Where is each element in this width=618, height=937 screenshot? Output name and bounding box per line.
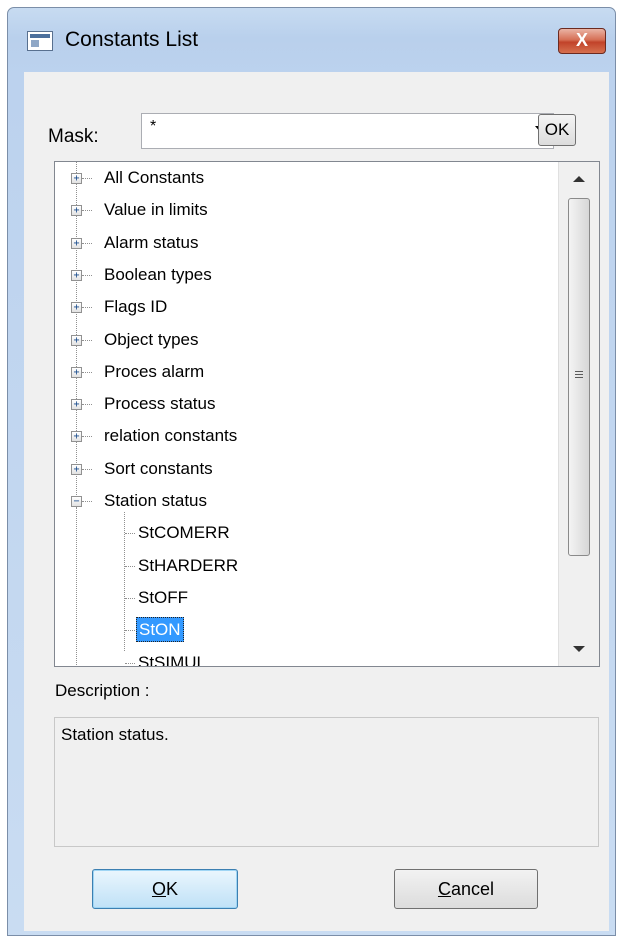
tree-node-label[interactable]: Sort constants bbox=[102, 456, 215, 481]
mask-value[interactable]: * bbox=[150, 118, 156, 136]
tree-node-label[interactable]: Flags ID bbox=[102, 294, 169, 319]
expand-icon[interactable]: + bbox=[71, 334, 82, 346]
tree-node[interactable]: + Flags ID bbox=[55, 294, 555, 320]
close-button[interactable]: X bbox=[558, 28, 606, 54]
scroll-up-arrow-icon[interactable] bbox=[559, 162, 599, 196]
tree-node-label[interactable]: Station status bbox=[102, 488, 209, 513]
grip-icon bbox=[575, 371, 583, 380]
expand-icon[interactable]: + bbox=[71, 399, 82, 411]
tree-branch-line bbox=[82, 274, 92, 276]
tree-branch-line bbox=[125, 662, 135, 664]
description-box: Station status. bbox=[54, 717, 599, 847]
tree-node-label[interactable]: Process status bbox=[102, 391, 218, 416]
tree-node[interactable]: + Alarm status bbox=[55, 230, 555, 256]
expand-icon[interactable]: + bbox=[71, 269, 82, 281]
dialog-client-area: Mask: * OK + All Constants + Value in limit… bbox=[24, 72, 609, 931]
tree-branch-line bbox=[125, 630, 135, 632]
ok-label-rest: K bbox=[166, 879, 179, 899]
tree-node[interactable]: + Boolean types bbox=[55, 262, 555, 288]
expand-icon[interactable]: + bbox=[71, 431, 82, 443]
tree-vertical-scrollbar[interactable] bbox=[558, 162, 599, 666]
cancel-accelerator: C bbox=[437, 879, 451, 899]
tree-node[interactable]: + Proces alarm bbox=[55, 359, 555, 385]
ok-button[interactable]: OK bbox=[92, 869, 238, 909]
dialog-window: Constants List X Mask: * OK + All Constan… bbox=[7, 7, 616, 936]
tree-branch-line bbox=[82, 242, 92, 244]
close-icon: X bbox=[575, 30, 588, 50]
mask-label: Mask: bbox=[48, 126, 99, 147]
expand-icon[interactable]: + bbox=[71, 366, 82, 378]
expand-icon[interactable]: + bbox=[71, 463, 82, 475]
title-bar[interactable]: Constants List X bbox=[8, 8, 615, 72]
tree-node[interactable]: − Station status bbox=[55, 488, 555, 514]
tree-node-label[interactable]: relation constants bbox=[102, 423, 239, 448]
window-title: Constants List bbox=[65, 28, 199, 51]
collapse-icon[interactable]: − bbox=[71, 496, 82, 507]
window-app-icon bbox=[27, 31, 53, 51]
tree-branch-line bbox=[82, 371, 92, 373]
tree-node-label[interactable]: All Constants bbox=[102, 165, 206, 190]
expand-icon[interactable]: + bbox=[71, 237, 82, 249]
tree-node[interactable]: + Sort constants bbox=[55, 456, 555, 482]
tree-branch-line bbox=[125, 565, 135, 567]
mask-ok-button[interactable]: OK bbox=[538, 114, 576, 146]
tree-node[interactable]: + Process status bbox=[55, 391, 555, 417]
tree-node-label[interactable]: Proces alarm bbox=[102, 359, 206, 384]
tree-leaf[interactable]: StSIMUL bbox=[55, 650, 555, 667]
tree-node[interactable]: + relation constants bbox=[55, 423, 555, 449]
tree-branch-line bbox=[82, 210, 92, 212]
tree-node-label[interactable]: Value in limits bbox=[102, 197, 210, 222]
scroll-down-arrow-icon[interactable] bbox=[559, 632, 599, 666]
tree-leaf-label[interactable]: StON bbox=[136, 617, 184, 643]
tree-branch-line bbox=[82, 436, 92, 438]
tree-branch-line bbox=[82, 501, 92, 502]
tree-leaf[interactable]: StON bbox=[55, 617, 555, 643]
tree-node[interactable]: + Object types bbox=[55, 327, 555, 353]
tree-leaf-label[interactable]: StOFF bbox=[136, 585, 190, 610]
tree-leaf-label[interactable]: StSIMUL bbox=[136, 650, 208, 667]
tree-node-label[interactable]: Alarm status bbox=[102, 230, 200, 255]
tree-branch-line bbox=[82, 307, 92, 309]
expand-icon[interactable]: + bbox=[71, 302, 82, 314]
ok-accelerator: O bbox=[151, 879, 166, 899]
tree-branch-line bbox=[82, 339, 92, 341]
constants-tree[interactable]: + All Constants + Value in limits + Alarm sta… bbox=[54, 161, 600, 667]
tree-branch-line bbox=[125, 597, 135, 599]
description-label: Description : bbox=[55, 681, 150, 700]
scrollbar-thumb[interactable] bbox=[568, 198, 590, 556]
tree-branch-line bbox=[82, 468, 92, 470]
tree-node-label[interactable]: Object types bbox=[102, 327, 201, 352]
tree-branch-line bbox=[82, 404, 92, 406]
tree-leaf[interactable]: StHARDERR bbox=[55, 553, 555, 579]
tree-node[interactable]: + Value in limits bbox=[55, 197, 555, 223]
tree-node-label[interactable]: Boolean types bbox=[102, 262, 214, 287]
tree-branch-line bbox=[82, 178, 92, 179]
cancel-label-rest: ancel bbox=[450, 879, 495, 899]
tree-leaf-label[interactable]: StHARDERR bbox=[136, 553, 240, 578]
mask-combobox[interactable]: * bbox=[141, 113, 554, 149]
tree-branch-line bbox=[125, 533, 135, 535]
description-text: Station status. bbox=[61, 725, 169, 744]
tree-leaf-label[interactable]: StCOMERR bbox=[136, 520, 232, 545]
expand-icon[interactable]: + bbox=[71, 173, 82, 184]
expand-icon[interactable]: + bbox=[71, 205, 82, 217]
tree-node[interactable]: + All Constants bbox=[55, 165, 555, 191]
cancel-button[interactable]: Cancel bbox=[394, 869, 538, 909]
tree-leaf[interactable]: StOFF bbox=[55, 585, 555, 611]
tree-leaf[interactable]: StCOMERR bbox=[55, 520, 555, 546]
